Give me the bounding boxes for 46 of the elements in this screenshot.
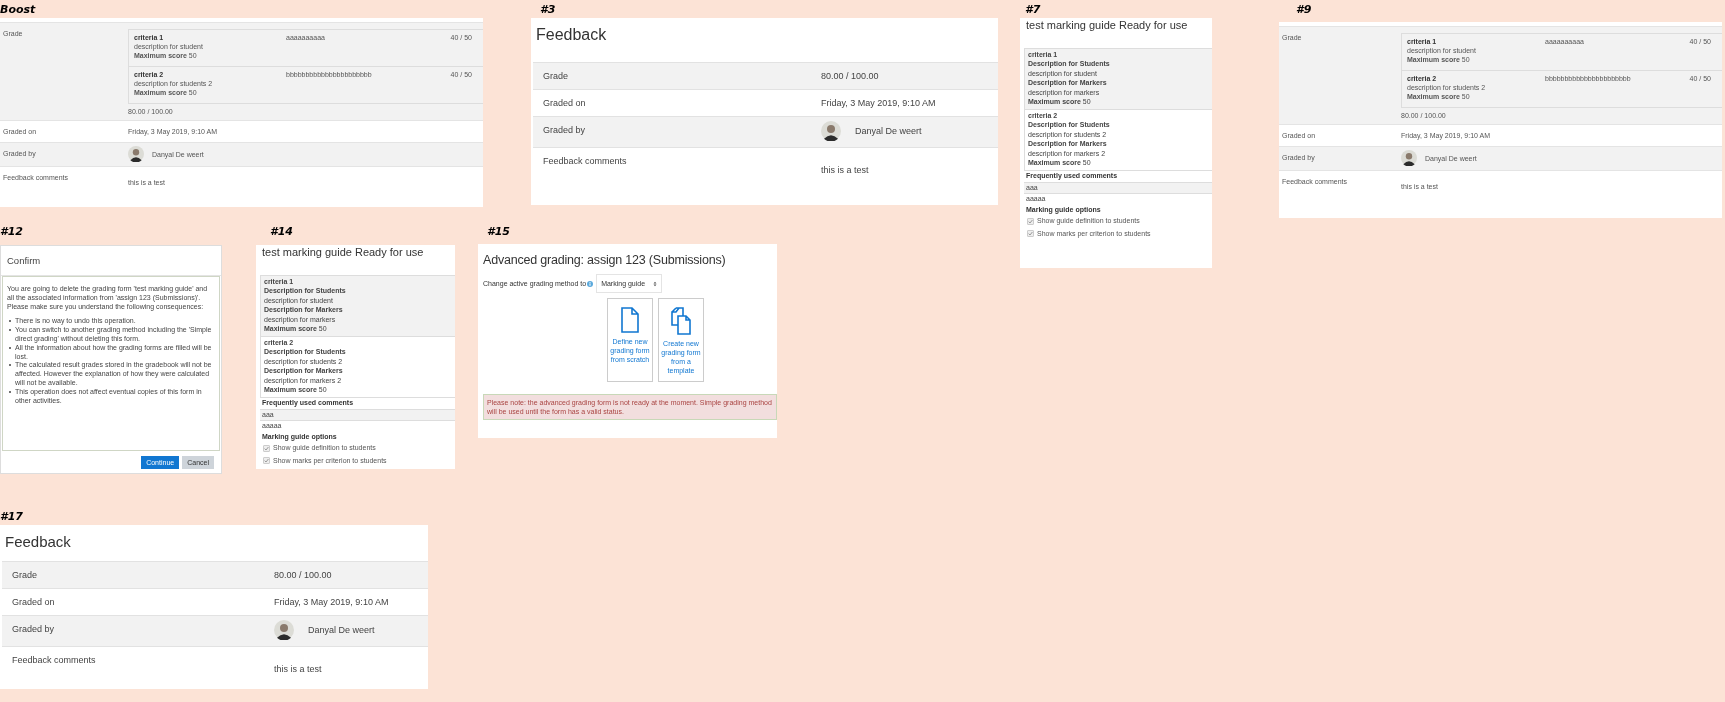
help-icon [587,280,594,287]
field-value: 80.00 / 100.00 [274,569,332,581]
screenshot-label: #7 [1024,2,1042,18]
field-label: Grade [542,70,569,83]
document-icon [621,307,639,333]
checkbox[interactable] [263,444,270,452]
screenshot-label: #12 [0,224,24,240]
panel-title: test marking guide Ready for use [261,245,425,260]
panel-title: Feedback [535,25,608,45]
check-icon [264,458,269,464]
feedback-comment: this is a test [821,164,869,176]
avatar-icon [1401,150,1417,166]
screenshot-label: #15 [486,224,511,240]
screenshot-label: #14 [269,224,294,240]
field-label: Graded by [11,623,56,636]
field-label: Feedback comments [11,654,97,667]
screenshot-label: #9 [1295,2,1313,18]
field-value: Friday, 3 May 2019, 9:10 AM [821,97,936,109]
user-name: Danyal De weert [308,624,375,636]
field-value: 80.00 / 100.00 [821,70,879,82]
field-value: Friday, 3 May 2019, 9:10 AM [274,596,389,608]
avatar-icon [821,121,841,141]
checkbox[interactable] [1027,230,1034,238]
field-label: Graded on [11,596,56,609]
checkbox[interactable] [1027,217,1034,225]
page-title: Advanced grading: assign 123 (Submissions) [483,252,727,268]
feedback-comment: this is a test [274,663,322,675]
check-icon [264,445,269,451]
checkbox[interactable] [263,457,270,465]
field-label: Feedback comments [542,155,628,168]
avatar-icon [128,146,144,162]
panel-title: Feedback [4,532,72,552]
screenshot-label: #3 [539,2,557,18]
caret-icon [653,280,658,287]
check-icon [1028,231,1033,237]
screenshot-label: #17 [0,509,24,525]
screenshot-label: Boost [0,2,37,18]
field-label: Graded by [542,124,587,137]
documents-icon [671,307,691,335]
avatar-icon [274,620,294,640]
field-label: Graded on [542,97,587,110]
dialog-title: Confirm [1,246,221,276]
user-name: Danyal De weert [855,125,922,137]
check-icon [1028,218,1033,224]
field-label: Grade [11,569,38,582]
panel-title: test marking guide Ready for use [1025,18,1189,33]
